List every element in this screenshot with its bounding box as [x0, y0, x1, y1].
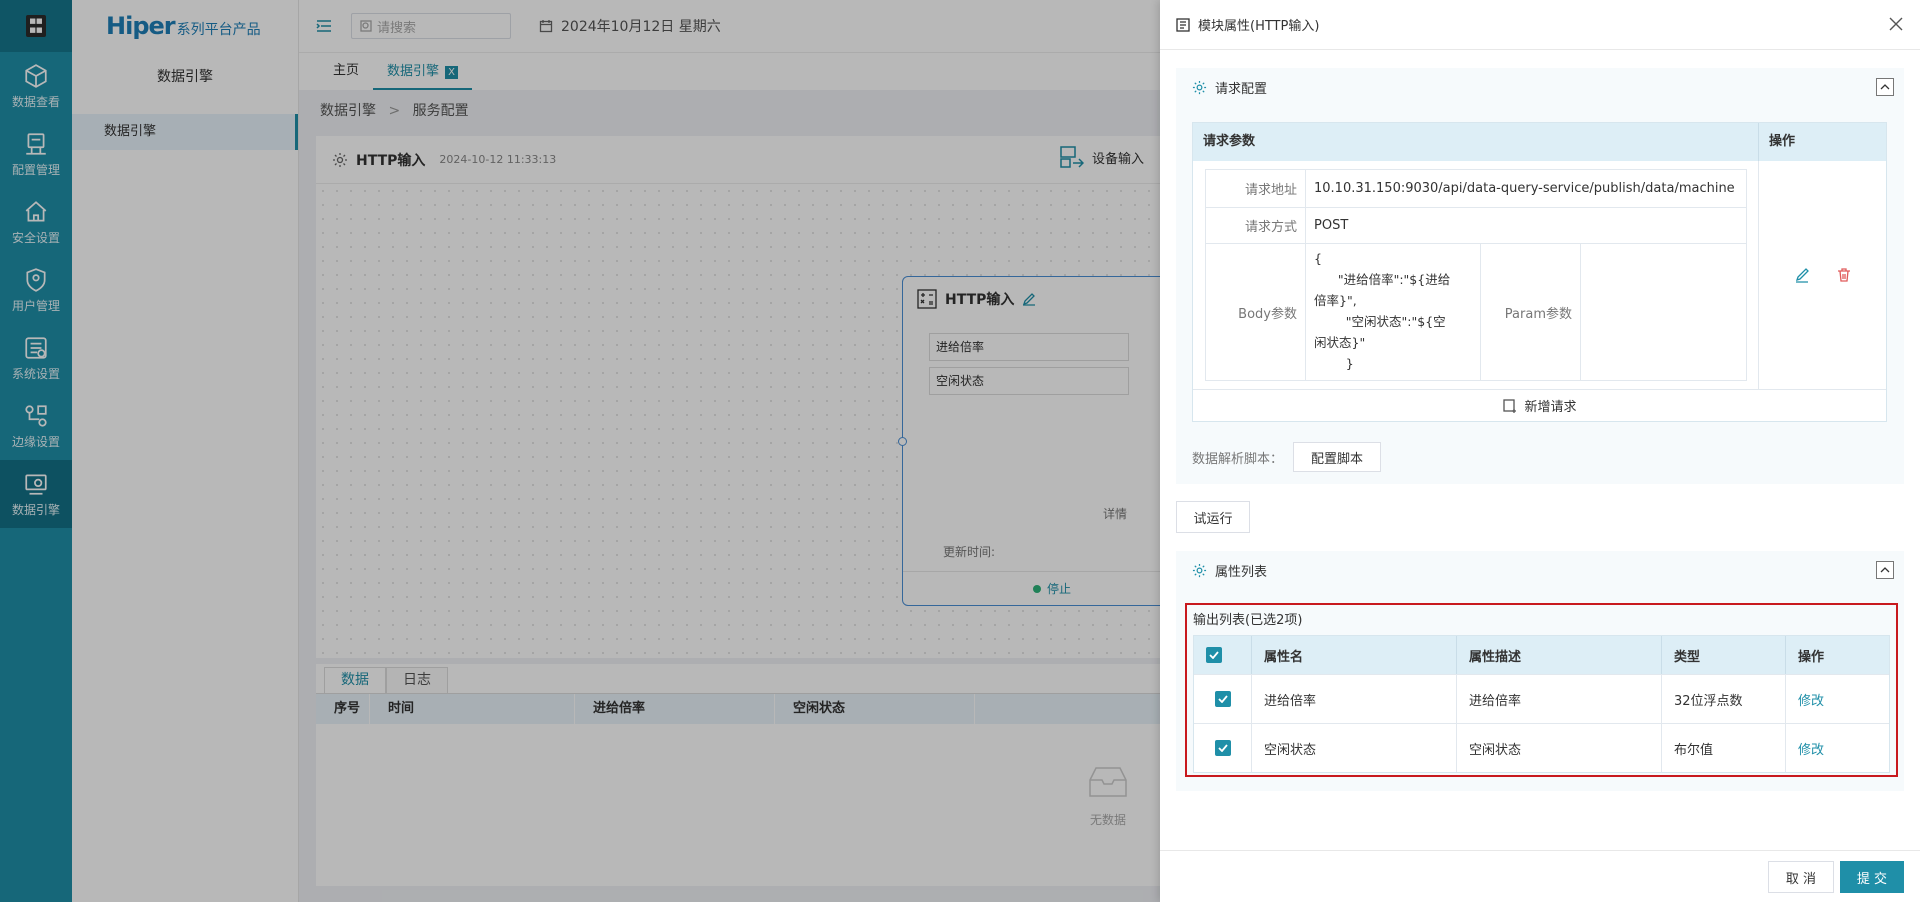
modify-link[interactable]: 修改 — [1786, 675, 1889, 723]
section-header: 属性列表 — [1176, 551, 1904, 589]
column-header: 属性描述 — [1457, 636, 1662, 674]
property-type: 32位浮点数 — [1662, 675, 1786, 723]
document-icon — [1176, 17, 1190, 32]
url-value[interactable]: 10.10.31.150:9030/api/data-query-service… — [1306, 170, 1735, 207]
row-select-cell — [1194, 675, 1252, 723]
url-row: 请求地址 10.10.31.150:9030/api/data-query-se… — [1206, 170, 1746, 208]
configure-script-button[interactable]: 配置脚本 — [1293, 442, 1382, 472]
param-value[interactable] — [1581, 244, 1746, 380]
submit-button[interactable]: 提 交 — [1840, 861, 1904, 893]
section-title: 请求配置 — [1215, 81, 1268, 97]
column-header: 操作 — [1798, 649, 1825, 665]
add-request-button[interactable]: 新增请求 — [1193, 389, 1886, 421]
request-row: 请求地址 10.10.31.150:9030/api/data-query-se… — [1193, 161, 1886, 389]
add-icon — [1503, 398, 1517, 413]
request-table-header: 请求参数 操作 — [1193, 123, 1886, 161]
close-icon[interactable] — [1888, 16, 1904, 32]
section-header: 请求配置 — [1176, 68, 1904, 106]
edit-icon[interactable] — [1794, 267, 1810, 283]
modify-link[interactable]: 修改 — [1786, 724, 1889, 772]
body-value[interactable]: { "进给倍率":"${进给 倍率}", "空闲状态":"${空 闲状态}" } — [1306, 244, 1481, 380]
script-row: 数据解析脚本： 配置脚本 — [1192, 442, 1382, 472]
property-table-header: 属性名 属性描述 类型 操作 — [1194, 636, 1889, 674]
request-config-section: 请求配置 请求参数 操作 请求地址 10.10.31.150:9030/api/… — [1176, 68, 1904, 484]
method-row: 请求方式 POST — [1206, 208, 1746, 244]
method-value[interactable]: POST — [1306, 208, 1348, 243]
row-checkbox[interactable] — [1214, 740, 1231, 756]
collapse-icon[interactable] — [1876, 78, 1894, 96]
property-name: 进给倍率 — [1252, 675, 1457, 723]
output-list-highlight: 输出列表(已选2项) 属性名 属性描述 类型 操作 进给倍率 进给倍率 32位浮… — [1185, 603, 1898, 777]
select-all-checkbox[interactable] — [1206, 647, 1222, 663]
gear-icon — [1192, 563, 1207, 577]
select-all-cell — [1194, 636, 1252, 674]
table-row: 进给倍率 进给倍率 32位浮点数 修改 — [1194, 674, 1889, 723]
property-desc: 空闲状态 — [1457, 724, 1662, 772]
script-label: 数据解析脚本： — [1192, 451, 1284, 467]
collapse-icon[interactable] — [1876, 561, 1894, 579]
property-desc: 进给倍率 — [1457, 675, 1662, 723]
drawer-footer: 取 消 提 交 — [1160, 850, 1920, 902]
table-row: 空闲状态 空闲状态 布尔值 修改 — [1194, 723, 1889, 772]
drawer-title: 模块属性(HTTP输入) — [1198, 19, 1320, 34]
column-header: 类型 — [1662, 636, 1786, 674]
row-select-cell — [1194, 724, 1252, 772]
param-label: Param参数 — [1481, 244, 1581, 380]
request-ops — [1759, 161, 1886, 389]
column-header: 请求参数 — [1193, 123, 1759, 161]
output-list-label: 输出列表(已选2项) — [1193, 613, 1303, 628]
delete-icon[interactable] — [1836, 267, 1852, 283]
section-title: 属性列表 — [1215, 564, 1268, 580]
add-request-label: 新增请求 — [1524, 400, 1577, 415]
column-header: 操作 — [1769, 134, 1796, 149]
body-row: Body参数 { "进给倍率":"${进给 倍率}", "空闲状态":"${空 … — [1206, 244, 1746, 380]
url-label: 请求地址 — [1206, 170, 1306, 207]
column-header: 属性名 — [1252, 636, 1457, 674]
body-label: Body参数 — [1206, 244, 1306, 380]
request-params-grid: 请求地址 10.10.31.150:9030/api/data-query-se… — [1205, 169, 1747, 381]
trial-run-button[interactable]: 试运行 — [1176, 501, 1250, 533]
property-type: 布尔值 — [1662, 724, 1786, 772]
row-checkbox[interactable] — [1214, 691, 1231, 707]
request-table: 请求参数 操作 请求地址 10.10.31.150:9030/api/data-… — [1192, 122, 1887, 422]
gear-icon — [1192, 80, 1207, 94]
cancel-button[interactable]: 取 消 — [1768, 861, 1834, 893]
property-table: 属性名 属性描述 类型 操作 进给倍率 进给倍率 32位浮点数 修改 空闲状态 … — [1193, 635, 1890, 773]
drawer-header: 模块属性(HTTP输入) — [1160, 0, 1920, 50]
request-params: 请求地址 10.10.31.150:9030/api/data-query-se… — [1193, 161, 1759, 389]
method-label: 请求方式 — [1206, 208, 1306, 243]
property-name: 空闲状态 — [1252, 724, 1457, 772]
